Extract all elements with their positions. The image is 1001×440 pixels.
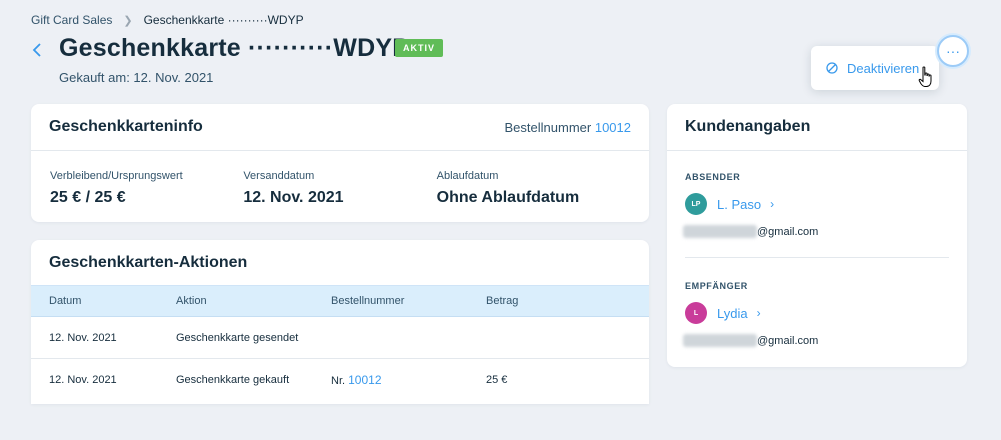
sender-email-domain: @gmail.com <box>757 225 819 238</box>
info-field-balance: Verbleibend/Ursprungswert 25 € / 25 € <box>50 170 243 207</box>
info-field-label: Verbleibend/Ursprungswert <box>50 170 183 182</box>
recipient-name-link[interactable]: Lydia <box>717 306 748 321</box>
chevron-right-icon: › <box>756 306 761 320</box>
info-field-expiry: Ablaufdatum Ohne Ablaufdatum <box>437 170 630 207</box>
cell-action: Geschenkkarte gesendet <box>176 331 299 344</box>
breadcrumb-parent-link[interactable]: Gift Card Sales <box>31 13 112 27</box>
chevron-right-icon: › <box>770 197 775 211</box>
order-label: Bestellnummer <box>504 119 592 135</box>
cell-order-link[interactable]: 10012 <box>348 373 381 387</box>
back-button[interactable] <box>29 38 45 62</box>
recipient-email-domain: @gmail.com <box>757 334 819 347</box>
breadcrumb-current: Geschenkkarte ··········WDYP <box>143 13 304 27</box>
info-field-label: Ablaufdatum <box>436 170 499 182</box>
column-header-order: Bestellnummer <box>331 295 405 307</box>
info-card-header: Geschenkkarteninfo Bestellnummer 10012 <box>31 104 649 151</box>
page-title: Geschenkkarte ··········WDYP <box>59 34 410 62</box>
avatar: L <box>685 302 707 324</box>
divider <box>685 257 949 258</box>
customer-card-title: Kundenangaben <box>685 118 811 135</box>
info-field-label: Versanddatum <box>243 170 315 182</box>
gift-card-info-card: Geschenkkarteninfo Bestellnummer 10012 V… <box>31 104 649 222</box>
info-field-value: 25 € / 25 € <box>50 189 126 206</box>
more-actions-button[interactable]: ··· <box>937 35 969 67</box>
info-field-value: Ohne Ablaufdatum <box>436 189 580 206</box>
sender-email: @gmail.com <box>683 225 949 238</box>
redacted-email-user <box>683 225 757 238</box>
hand-cursor-icon <box>918 66 932 87</box>
cell-order: Nr. 10012 <box>331 373 486 387</box>
info-card-title: Geschenkkarteninfo <box>49 118 203 135</box>
recipient-section: EMPFÄNGER L Lydia › @gmail.com <box>683 281 949 347</box>
column-header-date: Datum <box>49 295 82 307</box>
block-icon <box>826 62 838 74</box>
actions-card-title: Geschenkkarten-Aktionen <box>49 253 248 271</box>
column-header-amount: Betrag <box>486 295 519 307</box>
more-icon: ··· <box>946 43 960 59</box>
chevron-right-icon: ❯ <box>123 14 133 27</box>
chevron-left-icon <box>32 43 41 57</box>
recipient-label: EMPFÄNGER <box>685 281 748 291</box>
recipient-email: @gmail.com <box>683 334 949 347</box>
table-row: 12. Nov. 2021 Geschenkkarte gesendet <box>31 317 649 359</box>
table-row: 12. Nov. 2021 Geschenkkarte gekauft Nr. … <box>31 359 649 401</box>
actions-card-header: Geschenkkarten-Aktionen <box>31 240 649 286</box>
info-field-ship-date: Versanddatum 12. Nov. 2021 <box>243 170 436 207</box>
gift-card-actions-card: Geschenkkarten-Aktionen Datum Aktion Bes… <box>31 240 649 404</box>
cell-date: 12. Nov. 2021 <box>49 331 117 344</box>
deactivate-menu-item[interactable]: Deaktivieren <box>826 61 919 76</box>
info-fields: Verbleibend/Ursprungswert 25 € / 25 € Ve… <box>31 151 649 207</box>
recipient-person[interactable]: L Lydia › <box>685 302 949 324</box>
cell-amount: 25 € <box>486 374 508 386</box>
sender-name-link[interactable]: L. Paso <box>717 197 761 212</box>
info-field-value: 12. Nov. 2021 <box>243 189 344 206</box>
table-header: Datum Aktion Bestellnummer Betrag <box>31 286 649 317</box>
cell-order-prefix: Nr. <box>331 375 346 387</box>
avatar: LP <box>685 193 707 215</box>
customer-details-card: Kundenangaben ABSENDER LP L. Paso › @gma… <box>667 104 967 367</box>
order-reference: Bestellnummer 10012 <box>505 120 631 135</box>
cell-date: 12. Nov. 2021 <box>49 374 117 386</box>
sender-person[interactable]: LP L. Paso › <box>685 193 949 215</box>
redacted-email-user <box>683 334 757 347</box>
deactivate-label: Deaktivieren <box>847 60 920 76</box>
column-header-action: Aktion <box>176 295 207 307</box>
purchase-date: Gekauft am: 12. Nov. 2021 <box>59 70 214 85</box>
order-number-link[interactable]: 10012 <box>595 120 631 135</box>
status-badge: AKTIV <box>395 39 443 57</box>
cell-action: Geschenkkarte gekauft <box>176 374 290 386</box>
sender-label: ABSENDER <box>685 172 741 182</box>
breadcrumb: Gift Card Sales ❯ Geschenkkarte ········… <box>31 13 304 27</box>
sender-section: ABSENDER LP L. Paso › @gmail.com <box>683 172 949 238</box>
customer-card-header: Kundenangaben <box>667 104 967 151</box>
